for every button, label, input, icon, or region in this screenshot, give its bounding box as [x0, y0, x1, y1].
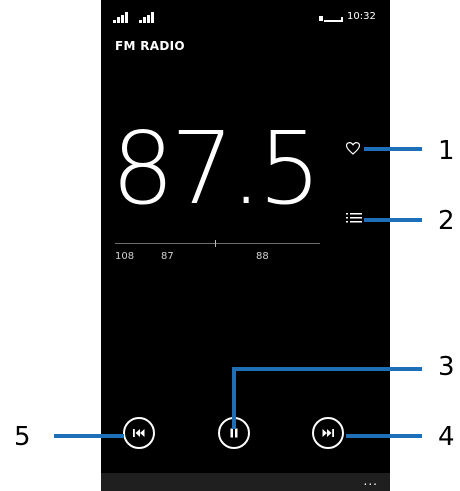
scale-label: 88 — [256, 251, 269, 262]
callout-number-1: 1 — [438, 136, 455, 166]
battery-icon — [319, 16, 343, 22]
frequency-display: 87.5 — [111, 110, 322, 227]
app-title: FM RADIO — [115, 39, 185, 53]
signal-strength-2-icon — [139, 12, 154, 23]
skip-next-icon — [322, 429, 334, 437]
callout-number-3: 3 — [438, 352, 455, 382]
tuning-scale[interactable] — [115, 243, 320, 244]
callout-line-5 — [54, 434, 124, 438]
callout-line-4 — [346, 434, 422, 438]
scale-label: 108 — [115, 251, 135, 262]
app-bar: ... — [101, 473, 390, 491]
skip-previous-icon — [133, 429, 145, 437]
previous-station-button[interactable] — [123, 417, 155, 449]
callout-line-3-horizontal — [232, 367, 422, 371]
more-options-button[interactable]: ... — [364, 474, 378, 488]
phone-screen: 10:32 FM RADIO 87.5 108 87 88 ... — [101, 0, 390, 491]
callout-line-2 — [364, 218, 422, 222]
station-list-icon[interactable] — [346, 212, 362, 224]
scale-label: 87 — [161, 251, 174, 262]
status-time: 10:32 — [347, 11, 376, 22]
tuning-indicator[interactable] — [215, 240, 216, 247]
signal-strength-icon — [113, 12, 128, 23]
status-bar: 10:32 — [101, 11, 390, 25]
next-station-button[interactable] — [312, 417, 344, 449]
callout-number-2: 2 — [438, 206, 455, 236]
callout-number-4: 4 — [438, 422, 455, 452]
callout-number-5: 5 — [14, 422, 31, 452]
heart-outline-icon[interactable] — [346, 142, 360, 155]
callout-line-3-vertical — [232, 367, 236, 429]
callout-line-1 — [364, 147, 422, 151]
